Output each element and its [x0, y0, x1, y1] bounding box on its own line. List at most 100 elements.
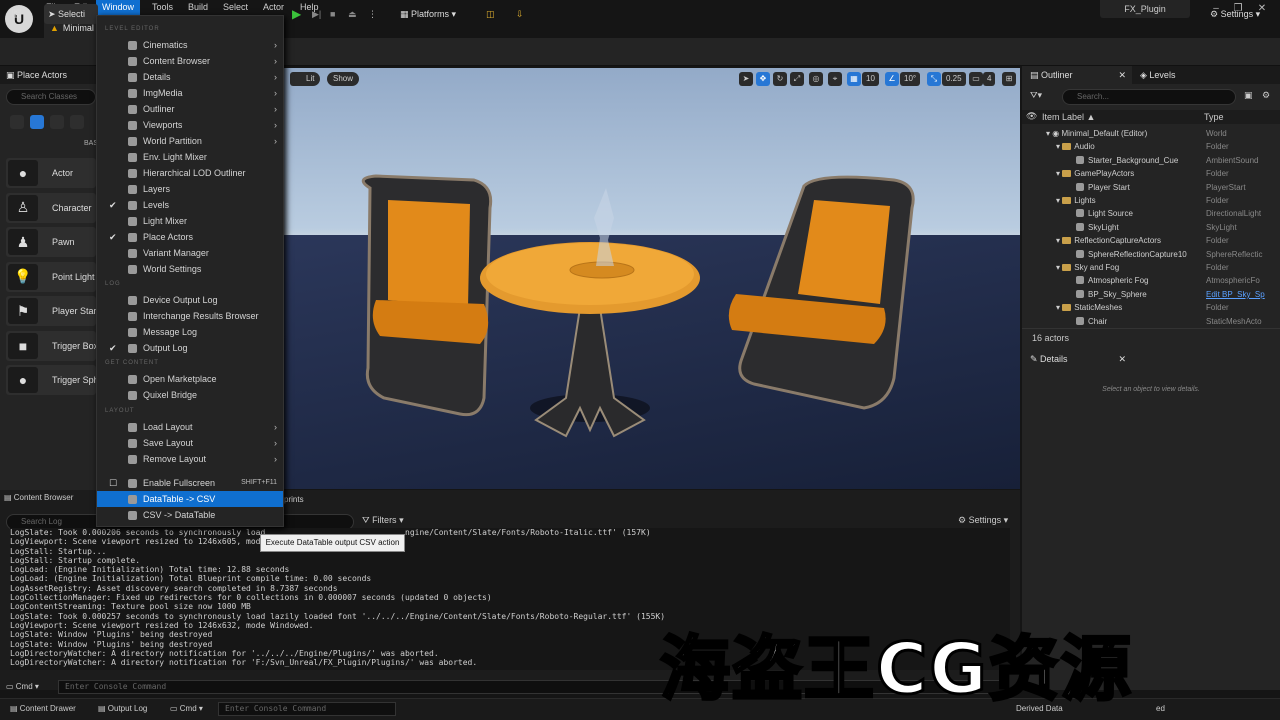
menu-item-levels[interactable]: ✔ Levels [97, 197, 283, 213]
menu-build[interactable]: Build [182, 0, 214, 15]
levels-tab[interactable]: ◈ Levels [1132, 66, 1280, 84]
outliner-row[interactable]: Starter_Background_Cue AmbientSound [1022, 154, 1280, 167]
outliner-item-type[interactable]: Edit BP_Sky_Sp [1206, 288, 1265, 301]
menu-item-world-settings[interactable]: World Settings [97, 261, 283, 277]
source-control-icon[interactable]: ◫ [482, 4, 499, 24]
camera-speed-value[interactable]: 4 [983, 72, 996, 86]
menu-item-message-log[interactable]: Message Log [97, 324, 283, 340]
menu-item-load-layout[interactable]: Load Layout › [97, 419, 283, 435]
rotation-snap-value[interactable]: 10° [900, 72, 921, 86]
outliner-row[interactable]: ▾ Lights Folder [1022, 194, 1280, 207]
step-icon[interactable]: ▶| [308, 4, 325, 24]
search-classes-input[interactable]: Search Classes [6, 89, 96, 105]
outliner-close-icon[interactable]: ✕ [1118, 66, 1126, 84]
outliner-row[interactable]: BP_Sky_Sphere Edit BP_Sky_Sp [1022, 288, 1280, 301]
actor-item-point-light[interactable]: 💡 Point Light [6, 261, 96, 292]
item-label-column[interactable]: Item Label ▲ [1042, 112, 1095, 122]
menu-window[interactable]: Window [96, 0, 141, 15]
grid-snap-icon[interactable]: ▦ [847, 72, 861, 86]
rotation-snap-icon[interactable]: ∠ [885, 72, 899, 86]
status-cmd-selector[interactable]: ▭ Cmd ▾ [164, 700, 209, 718]
menu-item-viewports[interactable]: Viewports › [97, 117, 283, 133]
checkbox-icon[interactable]: ☐ [109, 475, 117, 491]
menu-item-output-log[interactable]: ✔ Output Log [97, 340, 283, 356]
filters-button[interactable]: ⛛ Filters ▾ [362, 515, 404, 526]
menu-item-quixel-bridge[interactable]: Quixel Bridge [97, 387, 283, 403]
settings-button[interactable]: ⚙ Settings ▾ [1206, 4, 1264, 24]
menu-item-details[interactable]: Details › [97, 69, 283, 85]
outliner-row[interactable]: ▾ ReflectionCaptureActors Folder [1022, 234, 1280, 247]
add-folder-icon[interactable]: ▣ [1244, 90, 1253, 101]
outliner-row[interactable]: SkyLight SkyLight [1022, 221, 1280, 234]
output-log-button[interactable]: ▤ Output Log [92, 700, 153, 718]
stop-icon[interactable]: ■ [326, 4, 339, 24]
outliner-row[interactable]: ▾ Sky and Fog Folder [1022, 261, 1280, 274]
save-icon[interactable]: 🖫 [8, 4, 25, 24]
outliner-row[interactable]: ▾ ◉ Minimal_Default (Editor) World [1022, 127, 1280, 140]
place-actors-title[interactable]: ▣ Place Actors [0, 66, 96, 84]
menu-item-env-light-mixer[interactable]: Env. Light Mixer [97, 149, 283, 165]
menu-item-datatable-csv[interactable]: DataTable -> CSV [97, 491, 283, 507]
menu-item-save-layout[interactable]: Save Layout › [97, 435, 283, 451]
menu-item-light-mixer[interactable]: Light Mixer [97, 213, 283, 229]
menu-item-layers[interactable]: Layers [97, 181, 283, 197]
basic-icon[interactable] [30, 115, 44, 129]
outliner-row[interactable]: ▾ StaticMeshes Folder [1022, 301, 1280, 314]
menu-item-outliner[interactable]: Outliner › [97, 101, 283, 117]
eject-icon[interactable]: ⏏ [344, 4, 361, 24]
outliner-row[interactable]: Light Source DirectionalLight [1022, 207, 1280, 220]
menu-item-csv-datatable[interactable]: CSV -> DataTable [97, 507, 283, 523]
menu-select[interactable]: Select [217, 0, 254, 15]
outliner-settings-icon[interactable]: ⚙ [1262, 90, 1270, 101]
log-settings-button[interactable]: ⚙ Settings ▾ [958, 515, 1008, 526]
blueprints-tab[interactable]: prints [284, 495, 304, 504]
outliner-row[interactable]: Player Start PlayerStart [1022, 181, 1280, 194]
show-button[interactable]: Show [327, 72, 360, 86]
grid-size-value[interactable]: 10 [862, 72, 879, 86]
outliner-row[interactable]: ▾ GamePlayActors Folder [1022, 167, 1280, 180]
selection-mode-button[interactable]: ➤ Selecti [44, 4, 98, 24]
move-tool-icon[interactable]: ✥ [756, 72, 770, 86]
source-control-status[interactable]: ed [1150, 700, 1171, 718]
actor-item-trigger-sph[interactable]: ● Trigger Sph [6, 365, 99, 395]
menu-item-place-actors[interactable]: ✔ Place Actors [97, 229, 283, 245]
type-column[interactable]: Type [1204, 112, 1224, 122]
outliner-row[interactable]: Chair StaticMeshActo [1022, 315, 1280, 328]
scale-snap-value[interactable]: 0.25 [942, 72, 966, 86]
cinematic-icon[interactable] [70, 115, 84, 129]
play-options-icon[interactable]: ⋮ [364, 4, 381, 24]
menu-actor[interactable]: Actor [257, 0, 290, 15]
recent-icon[interactable] [10, 115, 24, 129]
world-space-icon[interactable]: ◎ [809, 72, 823, 86]
menu-item-interchange-results-browser[interactable]: Interchange Results Browser [97, 308, 283, 324]
menu-item-remove-layout[interactable]: Remove Layout › [97, 451, 283, 467]
menu-item-cinematics[interactable]: Cinematics › [97, 37, 283, 53]
surface-snap-icon[interactable]: ⌖ [828, 72, 842, 86]
menu-item-imgmedia[interactable]: ImgMedia › [97, 85, 283, 101]
menu-item-enable-fullscreen[interactable]: ☐ Enable Fullscreen SHIFT+F11 [97, 475, 283, 491]
visibility-icon[interactable]: 👁 [1026, 111, 1037, 122]
menu-item-world-partition[interactable]: World Partition › [97, 133, 283, 149]
filter-icon[interactable]: ⛛▾ [1030, 90, 1042, 101]
viewport-layout-icon[interactable]: ⊞ [1002, 72, 1016, 86]
select-tool-icon[interactable]: ➤ [739, 72, 753, 86]
menu-tools[interactable]: Tools [146, 0, 179, 15]
actor-item-player-star[interactable]: ⚑ Player Star [6, 296, 97, 326]
content-drawer-button[interactable]: ▤ Content Drawer [4, 700, 82, 718]
outliner-row[interactable]: Atmospheric Fog AtmosphericFo [1022, 274, 1280, 287]
menu-item-content-browser[interactable]: Content Browser › [97, 53, 283, 69]
scale-tool-icon[interactable]: ⤢ [790, 72, 804, 86]
actor-item-actor[interactable]: ● Actor [6, 158, 96, 188]
actor-item-trigger-box[interactable]: ■ Trigger Box [6, 330, 98, 361]
menu-item-open-marketplace[interactable]: Open Marketplace [97, 371, 283, 387]
platforms-button[interactable]: ▦ Platforms ▾ [396, 4, 460, 24]
menu-item-variant-manager[interactable]: Variant Manager [97, 245, 283, 261]
content-icon[interactable]: ⇩ [512, 4, 528, 24]
details-tab[interactable]: ✎ Details ✕ [1022, 350, 1132, 368]
outliner-row[interactable]: SphereReflectionCapture10 SphereReflectic [1022, 248, 1280, 261]
camera-speed-icon[interactable]: ▭ [969, 72, 983, 86]
actor-item-character[interactable]: ♙ Character [6, 192, 96, 223]
scale-snap-icon[interactable]: ⤡ [927, 72, 941, 86]
details-close-icon[interactable]: ✕ [1118, 350, 1126, 368]
lit-mode-button[interactable]: Lit [290, 72, 321, 86]
